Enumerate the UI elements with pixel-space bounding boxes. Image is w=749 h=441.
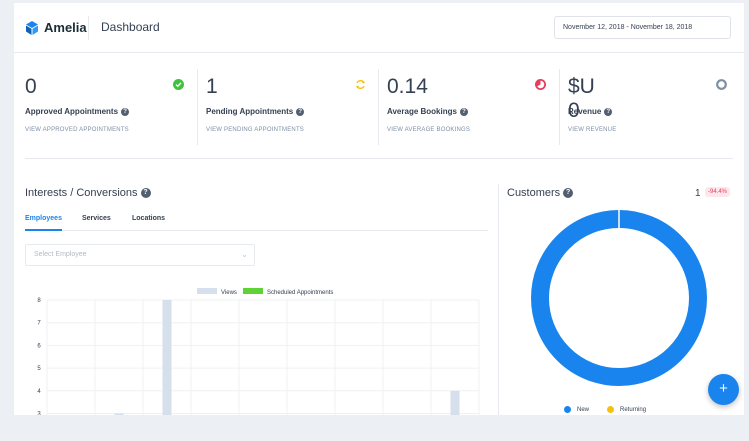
legend-new-dot: [564, 406, 571, 413]
app-name: Amelia: [44, 20, 87, 35]
section-divider: [25, 158, 733, 159]
y-tick-label: 4: [37, 389, 41, 395]
legend-new-label[interactable]: New: [577, 407, 589, 413]
legend-swatch: [197, 288, 217, 294]
stat-label: Revenue: [568, 107, 602, 116]
add-button[interactable]: +: [708, 374, 739, 405]
stat-label-row: Pending Appointments?: [206, 107, 305, 116]
stat-label-row: Average Bookings?: [387, 107, 468, 116]
stat-divider: [197, 69, 198, 145]
help-icon[interactable]: ?: [459, 107, 468, 116]
legend-swatch: [243, 288, 263, 294]
interests-tabs: Employees Services Locations: [25, 211, 488, 231]
view-revenue-link[interactable]: VIEW REVENUE: [568, 127, 616, 133]
y-tick-label: 8: [37, 298, 41, 304]
customers-title: Customers: [507, 187, 561, 199]
tab-employees[interactable]: Employees: [25, 215, 62, 222]
bar-views: [162, 300, 172, 415]
pie-icon: [535, 79, 546, 90]
legend-returning-dot: [607, 406, 615, 413]
stat-divider: [378, 69, 379, 145]
y-tick-label: 5: [37, 366, 41, 372]
stat-value: 1: [206, 75, 218, 98]
top-header: Amelia Dashboard November 12, 2018 - Nov…: [14, 3, 744, 53]
employee-select-placeholder: Select Employee: [34, 251, 87, 258]
bar-views: [114, 413, 124, 415]
stat-value: 0.14: [387, 75, 428, 98]
refresh-icon: [356, 79, 365, 90]
interests-title-row: Interests / Conversions?: [25, 187, 151, 199]
header-divider: [88, 16, 89, 40]
bar-views: [450, 390, 460, 415]
view-pending-link[interactable]: VIEW PENDING APPOINTMENTS: [206, 127, 304, 133]
interests-chart: Views Scheduled Appointments 3 4 5 6 7 8: [37, 288, 480, 416]
amelia-logo-icon: [26, 20, 38, 35]
app-logo[interactable]: Amelia: [24, 20, 87, 35]
legend-returning-label[interactable]: Returning: [620, 407, 646, 413]
check-circle-icon: [173, 79, 184, 90]
stat-label: Average Bookings: [387, 107, 457, 116]
customers-donut: [531, 210, 707, 386]
customers-change-badge: -94.4%: [705, 187, 731, 197]
chevron-down-icon: ⌄: [241, 250, 248, 259]
date-range-picker[interactable]: November 12, 2018 - November 18, 2018: [554, 16, 731, 39]
circle-icon: [716, 79, 727, 90]
customers-legend: New Returning: [564, 406, 646, 413]
stat-label: Pending Appointments: [206, 107, 294, 116]
stat-label: Approved Appointments: [25, 107, 119, 116]
customers-count: 1: [695, 188, 701, 199]
employee-select[interactable]: Select Employee ⌄: [25, 244, 255, 266]
stat-value: 0: [25, 75, 37, 98]
tab-locations[interactable]: Locations: [132, 215, 165, 222]
interests-title: Interests / Conversions: [25, 187, 138, 199]
help-icon[interactable]: ?: [296, 107, 305, 116]
help-icon[interactable]: ?: [121, 107, 130, 116]
panel-divider: [498, 184, 499, 415]
help-icon[interactable]: ?: [563, 188, 574, 199]
help-icon[interactable]: ?: [604, 107, 613, 116]
view-average-link[interactable]: VIEW AVERAGE BOOKINGS: [387, 127, 470, 133]
stat-label-row: Revenue?: [568, 107, 613, 116]
stat-divider: [559, 69, 560, 145]
y-tick-label: 6: [37, 343, 41, 349]
active-tab-indicator: [25, 229, 62, 231]
y-tick-label: 3: [37, 412, 41, 416]
legend-label: Scheduled Appointments: [267, 290, 333, 296]
tab-services[interactable]: Services: [82, 215, 111, 222]
app-window: Amelia Dashboard November 12, 2018 - Nov…: [14, 3, 744, 415]
help-icon[interactable]: ?: [140, 188, 151, 199]
page-title: Dashboard: [101, 20, 160, 34]
donut-slice-new[interactable]: [531, 210, 707, 386]
view-approved-link[interactable]: VIEW APPROVED APPOINTMENTS: [25, 127, 129, 133]
legend-label: Views: [221, 290, 237, 296]
stat-label-row: Approved Appointments?: [25, 107, 130, 116]
customers-title-row: Customers?: [507, 187, 574, 199]
y-tick-label: 7: [37, 321, 41, 327]
